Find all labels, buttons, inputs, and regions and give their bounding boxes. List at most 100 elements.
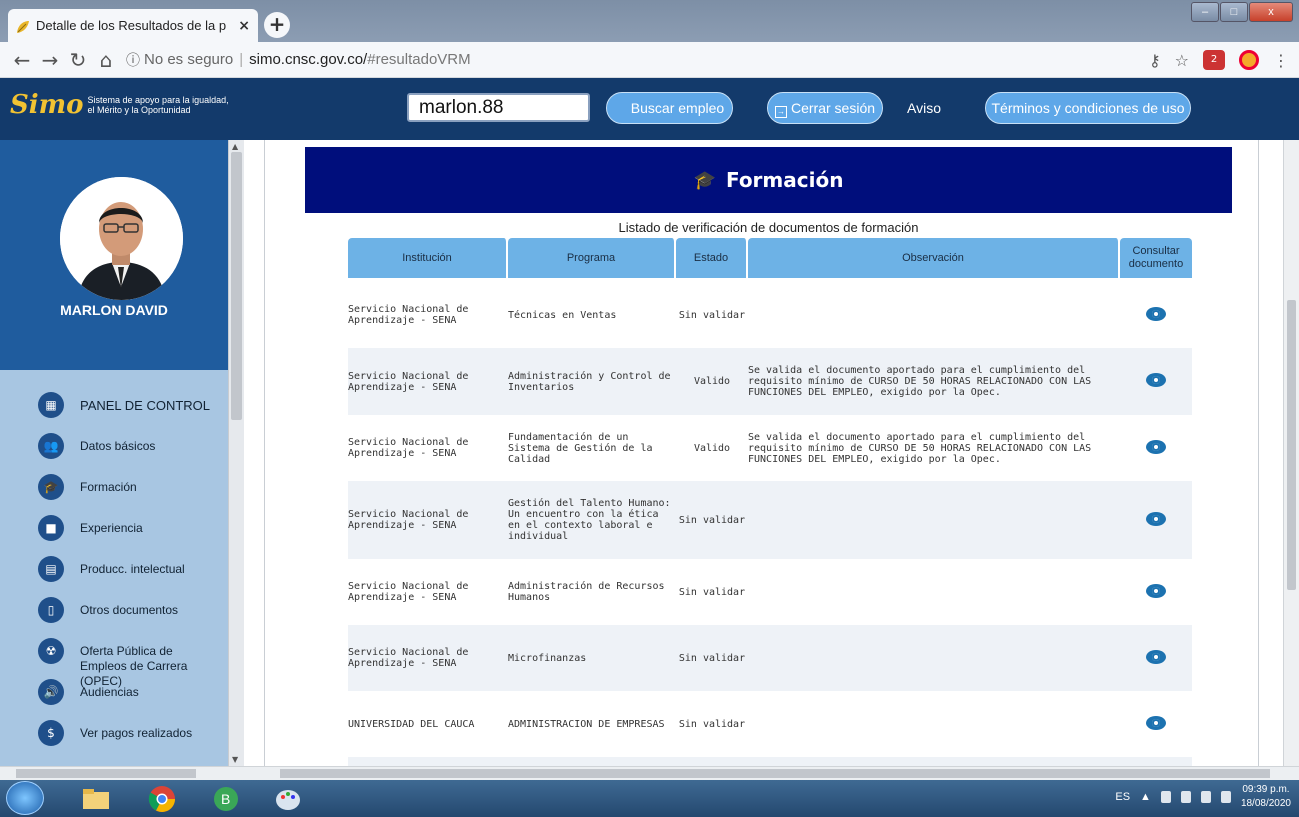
cell-programa: Microfinanzas xyxy=(508,652,587,664)
avatar xyxy=(60,177,183,300)
svg-text:B: B xyxy=(221,791,230,807)
new-tab-button[interactable]: + xyxy=(264,12,290,38)
cell-institucion: Servicio Nacional de Aprendizaje - SENA xyxy=(348,647,469,669)
cell-programa: Administración y Control de Inventarios xyxy=(508,370,671,393)
cell-estado: Valido xyxy=(693,376,731,387)
cell-programa: Administración de Recursos Humanos xyxy=(508,581,665,603)
cell-institucion: UNIVERSIDAD DEL CAUCA xyxy=(348,718,475,730)
main-scrollbar[interactable] xyxy=(1283,140,1299,766)
sidebar-item-label: Producc. intelectual xyxy=(80,562,185,576)
view-document-button[interactable] xyxy=(1120,649,1192,667)
view-document-button[interactable] xyxy=(1120,583,1192,601)
home-icon[interactable]: ⌂ xyxy=(92,48,120,72)
extension-icon[interactable] xyxy=(1239,50,1259,70)
logout-button[interactable]: → Cerrar sesión xyxy=(767,92,883,124)
cell-institucion: Servicio Nacional de Aprendizaje - SENA xyxy=(348,437,469,459)
username-field[interactable]: marlon.88 xyxy=(407,93,590,122)
cell-programa: Gestión del Talento Humano: Un encuentro… xyxy=(508,498,671,542)
terms-button[interactable]: Términos y condiciones de uso xyxy=(985,92,1191,124)
tray-network-icon[interactable] xyxy=(1200,791,1211,803)
tab-close-icon[interactable]: × xyxy=(238,18,250,34)
info-icon[interactable]: ⓘ xyxy=(126,50,140,70)
dollar-icon: $ xyxy=(38,720,64,746)
sidebar-item-panel-de-control[interactable]: ▦ PANEL DE CONTROL xyxy=(0,390,228,431)
sidebar-scrollbar[interactable]: ▲ ▼ xyxy=(228,140,244,766)
logo-mark: Simo xyxy=(10,90,84,120)
column-header: Institución xyxy=(348,238,508,278)
reload-icon[interactable]: ↻ xyxy=(64,48,92,72)
table-row: Servicio Nacional de Aprendizaje - SENA … xyxy=(348,348,1192,415)
clock-date: 18/08/2020 xyxy=(1240,798,1291,809)
language-indicator[interactable]: ES xyxy=(1115,791,1130,803)
sidebar-item-label: Experiencia xyxy=(80,521,143,535)
simo-logo[interactable]: Simo Sistema de apoyo para la igualdad, … xyxy=(10,90,229,120)
file-explorer-icon[interactable] xyxy=(70,782,122,815)
security-label: No es seguro xyxy=(144,51,234,68)
scroll-up-icon[interactable]: ▲ xyxy=(232,142,238,151)
address-separator: | xyxy=(239,51,244,68)
forward-arrow-icon[interactable]: → xyxy=(36,48,64,72)
cell-institucion: Servicio Nacional de Aprendizaje - SENA xyxy=(348,581,469,603)
paint-icon[interactable] xyxy=(262,782,314,815)
sidebar-item-label: PANEL DE CONTROL xyxy=(80,398,211,413)
sidebar-item-otros-documentos[interactable]: ▯ Otros documentos xyxy=(0,595,228,636)
minimize-icon[interactable]: – xyxy=(1191,2,1219,22)
extension-badge-icon[interactable]: 2 xyxy=(1203,50,1225,70)
view-document-button[interactable] xyxy=(1120,511,1192,529)
aviso-link[interactable]: Aviso xyxy=(907,100,941,116)
formacion-header: 🎓 Formación xyxy=(305,147,1232,213)
eye-icon xyxy=(1146,439,1166,454)
sidebar-item-opec[interactable]: ☢ Oferta Pública de Empleos de Carrera (O… xyxy=(0,636,228,688)
sidebar-item-experiencia[interactable]: ■ Experiencia xyxy=(0,513,228,554)
tray-flag-icon[interactable] xyxy=(1180,791,1191,803)
view-document-button[interactable] xyxy=(1120,439,1192,457)
column-header: Consultar documento xyxy=(1120,238,1192,278)
table-row: Servicio Nacional de Aprendizaje - SENA … xyxy=(348,481,1192,559)
logo-tagline-line2: el Mérito y la Oportunidad xyxy=(87,105,191,115)
sidebar-item-datos-basicos[interactable]: 👥 Datos básicos xyxy=(0,431,228,472)
sidebar-item-formacion[interactable]: 🎓 Formación xyxy=(0,472,228,513)
horizontal-scroll-thumb-left[interactable] xyxy=(16,769,196,778)
maximize-icon[interactable]: □ xyxy=(1220,2,1248,22)
tray-up-arrow-icon[interactable]: ▲ xyxy=(1140,791,1151,803)
main-content: 🎓 Formación Listado de verificación de d… xyxy=(244,140,1283,766)
sidebar-item-produccion-intelectual[interactable]: ▤ Producc. intelectual xyxy=(0,554,228,595)
cell-programa: Fundamentación de un Sistema de Gestión … xyxy=(508,431,653,465)
profile-card: MARLON DAVID xyxy=(0,140,228,370)
star-icon[interactable]: ☆ xyxy=(1175,51,1189,70)
start-button[interactable] xyxy=(6,781,44,815)
browser-tab[interactable]: Detalle de los Resultados de la p × xyxy=(8,9,258,42)
scroll-down-icon[interactable]: ▼ xyxy=(232,755,238,764)
tray-volume-icon[interactable] xyxy=(1220,791,1231,803)
key-icon[interactable]: ⚷ xyxy=(1149,51,1161,70)
toolbar-right: ⚷ ☆ 2 ⋮ xyxy=(1149,50,1289,70)
search-job-button[interactable]: Buscar empleo xyxy=(606,92,733,124)
address-bar[interactable]: ⓘ No es seguro | simo.cnsc.gov.co/ #resu… xyxy=(126,50,471,70)
sidebar-menu: ▦ PANEL DE CONTROL 👥 Datos básicos 🎓 For… xyxy=(0,390,228,759)
tab-title: Detalle de los Resultados de la p xyxy=(36,18,227,33)
sidebar-item-label: Audiencias xyxy=(80,685,139,699)
cell-estado: Sin validar xyxy=(678,309,746,321)
cell-estado: Sin validar xyxy=(678,514,746,526)
cell-estado: Sin validar xyxy=(678,718,746,730)
view-document-button[interactable] xyxy=(1120,306,1192,324)
sidebar-item-pagos[interactable]: $ Ver pagos realizados xyxy=(0,718,228,759)
sidebar-item-label: Formación xyxy=(80,480,137,494)
horizontal-scroll-thumb-right[interactable] xyxy=(280,769,1270,778)
table-row: Servicio Nacional de Aprendizaje - SENA … xyxy=(348,282,1192,348)
main-scroll-thumb[interactable] xyxy=(1287,300,1296,590)
sidebar-scroll-thumb[interactable] xyxy=(231,152,242,420)
sidebar-item-audiencias[interactable]: 🔊 Audiencias xyxy=(0,677,228,718)
chrome-icon[interactable] xyxy=(136,782,188,815)
close-window-icon[interactable]: x xyxy=(1249,2,1293,22)
menu-kebab-icon[interactable]: ⋮ xyxy=(1273,51,1289,70)
view-document-button[interactable] xyxy=(1120,373,1192,390)
clock[interactable]: 09:39 p.m. 18/08/2020 xyxy=(1241,783,1291,811)
system-tray: ES ▲ 09:39 p.m. 18/08/2020 xyxy=(1115,783,1291,811)
tray-device-icon[interactable] xyxy=(1160,791,1171,803)
view-document-button[interactable] xyxy=(1120,715,1192,733)
horizontal-scrollbar[interactable] xyxy=(0,766,1299,780)
back-arrow-icon[interactable]: ← xyxy=(8,48,36,72)
cell-institucion: Servicio Nacional de Aprendizaje - SENA xyxy=(348,509,469,531)
app-b-icon[interactable]: B xyxy=(200,782,252,815)
